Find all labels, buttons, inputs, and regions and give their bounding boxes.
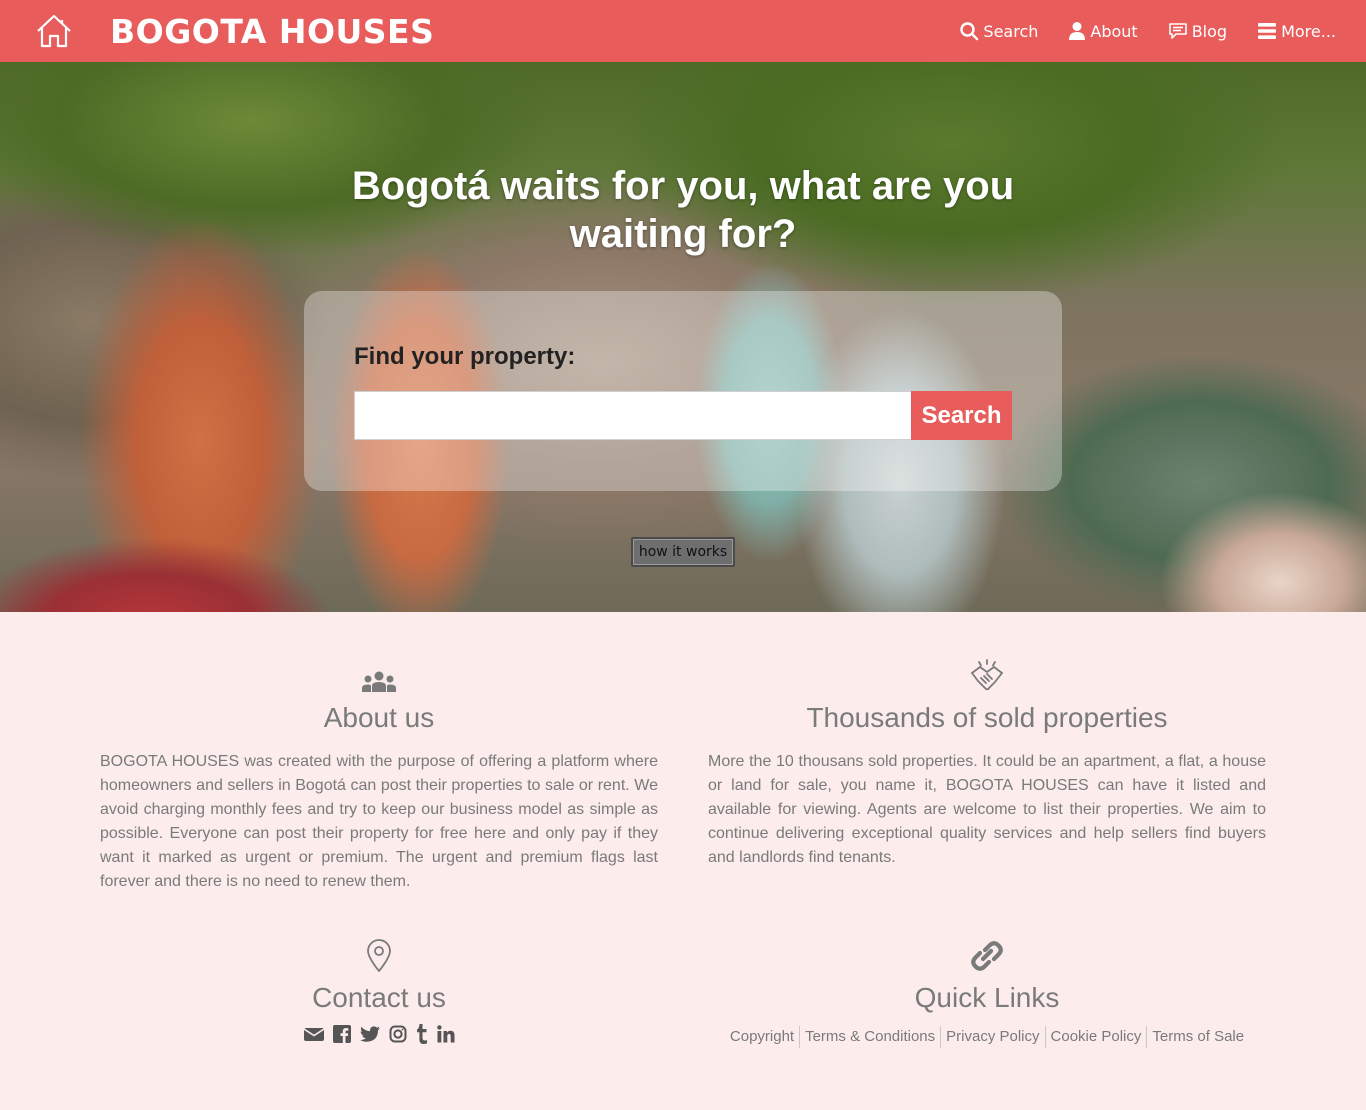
cookie-policy-link[interactable]: Cookie Policy <box>1044 1026 1147 1048</box>
handshake-icon <box>969 659 1005 698</box>
about-title: About us <box>323 702 435 733</box>
brand-title[interactable]: BOGOTA HOUSES <box>110 12 434 52</box>
home-icon[interactable] <box>34 12 74 50</box>
nav-about-label: About <box>1090 21 1138 41</box>
search-button[interactable]: Search <box>911 391 1012 440</box>
hero-title: Bogotá waits for you, what are you waiti… <box>351 164 1015 256</box>
how-it-works-button[interactable]: how it works <box>631 537 735 567</box>
about-text: BOGOTA HOUSES was created with the purpo… <box>100 753 658 890</box>
sold-section: Thousands of sold properties More the 10… <box>708 659 1266 870</box>
terms-of-sale-link[interactable]: Terms of Sale <box>1146 1026 1249 1048</box>
nav-search[interactable]: Search <box>959 21 1038 41</box>
nav-blog-label: Blog <box>1191 21 1228 41</box>
nav-more-label: More... <box>1281 21 1336 41</box>
privacy-policy-link[interactable]: Privacy Policy <box>940 1026 1044 1048</box>
tumblr-icon[interactable] <box>416 1024 428 1044</box>
facebook-icon[interactable] <box>332 1025 351 1043</box>
navbar: BOGOTA HOUSES Search About Blog More... <box>0 0 1366 62</box>
chat-icon <box>1168 22 1188 40</box>
search-icon <box>959 21 979 41</box>
nav-about[interactable]: About <box>1068 21 1138 41</box>
copyright-link[interactable]: Copyright <box>725 1026 799 1048</box>
contact-title: Contact us <box>312 982 446 1013</box>
sold-title: Thousands of sold properties <box>806 702 1168 733</box>
nav-links: Search About Blog More... <box>959 0 1336 62</box>
map-pin-icon <box>366 939 392 978</box>
envelope-icon[interactable] <box>303 1026 324 1042</box>
search-label: Find your property: <box>354 343 576 370</box>
menu-icon <box>1257 21 1277 41</box>
about-section: About us BOGOTA HOUSES was created with … <box>100 664 658 894</box>
contact-section: Contact us <box>100 939 658 1044</box>
quick-links-section: Quick Links Copyright Terms & Conditions… <box>708 941 1266 1048</box>
nav-search-label: Search <box>983 21 1039 41</box>
link-icon <box>969 939 1005 978</box>
quick-links-list: Copyright Terms & Conditions Privacy Pol… <box>708 1026 1266 1048</box>
sold-text: More the 10 thousans sold properties. It… <box>708 753 1266 866</box>
user-icon <box>1068 21 1086 41</box>
linkedin-icon[interactable] <box>436 1025 455 1043</box>
hero-banner: Bogotá waits for you, what are you waiti… <box>0 62 1366 612</box>
property-search-input[interactable] <box>354 391 912 440</box>
nav-blog[interactable]: Blog <box>1168 22 1227 41</box>
terms-conditions-link[interactable]: Terms & Conditions <box>799 1026 940 1048</box>
twitter-icon[interactable] <box>359 1025 380 1043</box>
quick-links-title: Quick Links <box>914 982 1060 1013</box>
search-panel: Find your property: Search <box>304 291 1062 491</box>
nav-more[interactable]: More... <box>1257 21 1336 41</box>
instagram-icon[interactable] <box>389 1025 407 1043</box>
social-links <box>100 1024 658 1044</box>
users-icon <box>360 671 398 698</box>
